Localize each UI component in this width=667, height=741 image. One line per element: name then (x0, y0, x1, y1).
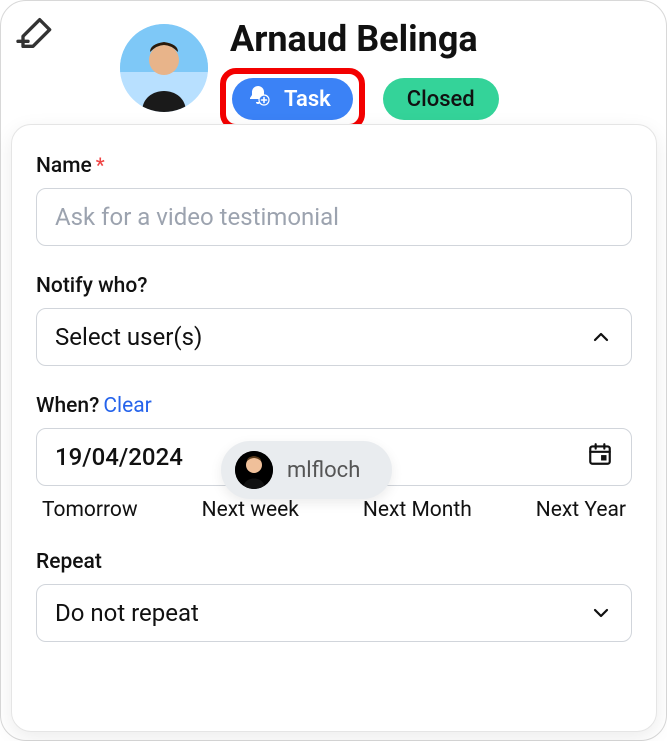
notify-label: Notify who? (36, 274, 632, 298)
notify-field: Notify who? Select user(s) (36, 274, 632, 366)
chevron-down-icon (589, 601, 613, 625)
date-value: 19/04/2024 (55, 443, 183, 471)
notify-select-text: Select user(s) (55, 323, 202, 351)
user-option-avatar (235, 451, 273, 489)
shortcut-next-month[interactable]: Next Month (363, 498, 472, 522)
chevron-up-icon (589, 325, 613, 349)
calendar-icon (587, 441, 613, 473)
modal-card: Arnaud Belinga Task Closed (0, 0, 667, 741)
task-button-label: Task (284, 87, 331, 112)
bell-plus-icon (246, 84, 270, 114)
name-label-text: Name (36, 154, 92, 178)
contact-name: Arnaud Belinga (230, 18, 478, 60)
when-label: When?Clear (36, 394, 632, 418)
user-option-name: mlfloch (287, 458, 360, 483)
user-option-popover[interactable]: mlfloch (221, 441, 392, 499)
highlight-annotation: Task (220, 68, 365, 130)
shortcut-next-year[interactable]: Next Year (536, 498, 626, 522)
pill-row: Task Closed (220, 68, 499, 130)
repeat-label-text: Repeat (36, 550, 102, 574)
eraser-icon[interactable] (13, 13, 53, 53)
date-shortcuts: Tomorrow Next week Next Month Next Year (36, 498, 632, 522)
when-label-text: When? (36, 394, 99, 418)
repeat-value: Do not repeat (55, 599, 199, 627)
status-badge-label: Closed (407, 87, 475, 112)
avatar (120, 24, 208, 112)
shortcut-next-week[interactable]: Next week (202, 498, 299, 522)
status-badge[interactable]: Closed (383, 78, 499, 120)
name-label: Name * (36, 153, 632, 178)
name-input[interactable]: Ask for a video testimonial (36, 188, 632, 246)
notify-label-text: Notify who? (36, 274, 147, 298)
task-form: Name * Ask for a video testimonial Notif… (11, 124, 657, 732)
task-button[interactable]: Task (232, 78, 353, 120)
shortcut-tomorrow[interactable]: Tomorrow (42, 498, 138, 522)
required-mark: * (96, 153, 105, 177)
clear-link[interactable]: Clear (103, 394, 151, 418)
notify-select[interactable]: Select user(s) (36, 308, 632, 366)
name-field: Name * Ask for a video testimonial (36, 153, 632, 246)
name-input-placeholder: Ask for a video testimonial (55, 203, 339, 231)
repeat-label: Repeat (36, 550, 632, 574)
repeat-select[interactable]: Do not repeat (36, 584, 632, 642)
repeat-field: Repeat Do not repeat (36, 550, 632, 642)
